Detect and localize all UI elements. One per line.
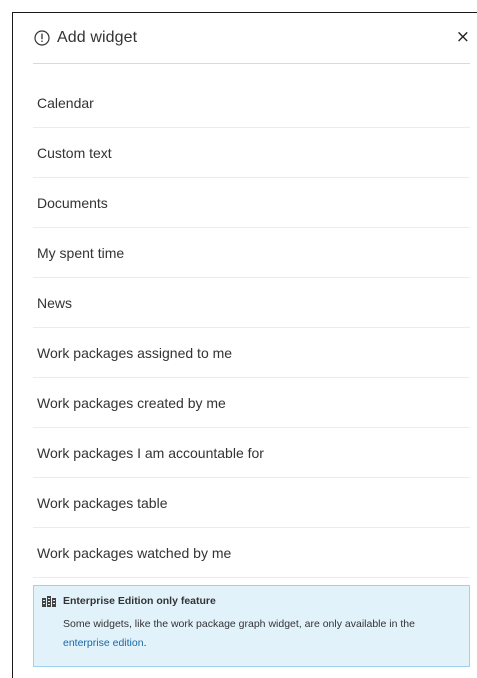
enterprise-notice-heading: Enterprise Edition only feature: [63, 595, 216, 607]
widget-option-work-packages-table[interactable]: Work packages table: [33, 478, 470, 528]
close-button[interactable]: ×: [452, 27, 470, 47]
modal-header: Add widget ×: [33, 13, 470, 64]
add-widget-modal: Add widget × Calendar Custom text Docume…: [12, 12, 477, 678]
widget-option-work-packages-accountable[interactable]: Work packages I am accountable for: [33, 428, 470, 478]
widget-option-calendar[interactable]: Calendar: [33, 78, 470, 128]
close-icon: ×: [455, 27, 470, 47]
widget-option-documents[interactable]: Documents: [33, 178, 470, 228]
info-icon: [34, 30, 50, 46]
enterprise-edition-link[interactable]: enterprise edition: [63, 637, 144, 649]
enterprise-notice-text: Some widgets, like the work package grap…: [42, 615, 459, 653]
enterprise-edition-notice: Enterprise Edition only feature Some wid…: [33, 585, 470, 667]
widget-option-news[interactable]: News: [33, 278, 470, 328]
widget-option-custom-text[interactable]: Custom text: [33, 128, 470, 178]
widget-option-work-packages-assigned[interactable]: Work packages assigned to me: [33, 328, 470, 378]
modal-title: Add widget: [57, 29, 138, 46]
enterprise-edition-icon: [42, 595, 56, 607]
enterprise-notice-body: Some widgets, like the work package grap…: [63, 618, 415, 630]
widget-option-work-packages-created[interactable]: Work packages created by me: [33, 378, 470, 428]
widget-list: Calendar Custom text Documents My spent …: [33, 78, 470, 578]
widget-option-my-spent-time[interactable]: My spent time: [33, 228, 470, 278]
enterprise-notice-period: .: [143, 637, 147, 649]
widget-option-work-packages-watched[interactable]: Work packages watched by me: [33, 528, 470, 578]
enterprise-notice-header: Enterprise Edition only feature: [42, 595, 459, 607]
